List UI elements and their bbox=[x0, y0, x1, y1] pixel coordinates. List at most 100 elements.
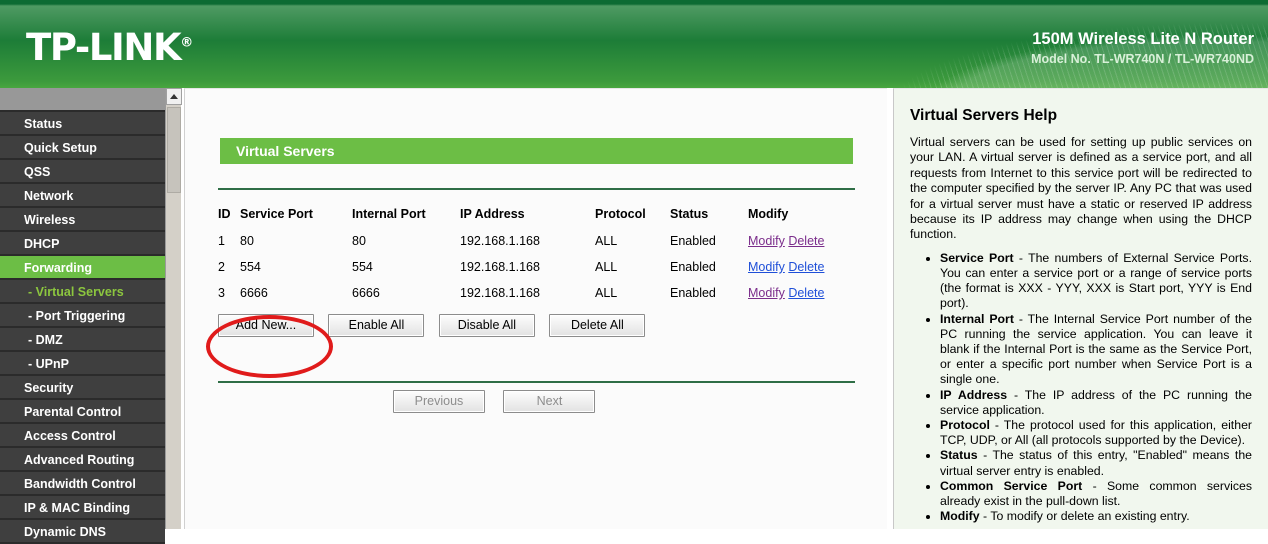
tp-link-logo: TP-LINK® bbox=[26, 26, 193, 69]
cell-ip-address: 192.168.1.168 bbox=[460, 234, 540, 248]
sidebar-item-status[interactable]: Status bbox=[0, 112, 165, 136]
help-bullet-term: Protocol bbox=[940, 418, 990, 433]
pagination-row: Previous Next bbox=[393, 390, 609, 413]
sidebar-item-label: Security bbox=[24, 381, 74, 395]
sidebar-item-label: QSS bbox=[24, 165, 51, 179]
sidebar-top-spacer bbox=[0, 88, 165, 112]
delete-all-button[interactable]: Delete All bbox=[549, 314, 646, 337]
column-header-protocol: Protocol bbox=[595, 207, 646, 221]
column-header-modify: Modify bbox=[748, 207, 789, 221]
help-bullet-item: Protocol - The protocol used for this ap… bbox=[940, 418, 1252, 448]
column-header-service-port: Service Port bbox=[240, 207, 313, 221]
scrollbar-thumb[interactable] bbox=[167, 107, 181, 193]
help-bullet-item: Internal Port - The Internal Service Por… bbox=[940, 312, 1252, 388]
help-bullet-item: Modify - To modify or delete an existing… bbox=[940, 509, 1252, 524]
sidebar-item-label: Parental Control bbox=[24, 405, 122, 419]
delete-link[interactable]: Delete bbox=[788, 286, 824, 300]
sidebar-item-quick-setup[interactable]: Quick Setup bbox=[0, 136, 165, 160]
help-bullet-list: Service Port - The numbers of External S… bbox=[910, 251, 1252, 525]
sidebar-item-forwarding[interactable]: Forwarding bbox=[0, 256, 165, 280]
help-intro-paragraph: Virtual servers can be used for setting … bbox=[910, 135, 1252, 242]
help-panel: Virtual Servers Help Virtual servers can… bbox=[893, 88, 1268, 529]
cell-protocol: ALL bbox=[595, 234, 618, 248]
sidebar-item-security[interactable]: Security bbox=[0, 376, 165, 400]
sidebar-item-access-control[interactable]: Access Control bbox=[0, 424, 165, 448]
delete-link[interactable]: Delete bbox=[788, 260, 824, 274]
sidebar-item-qss[interactable]: QSS bbox=[0, 160, 165, 184]
enable-all-button[interactable]: Enable All bbox=[328, 314, 425, 337]
cell-internal-port: 6666 bbox=[352, 286, 380, 300]
column-header-ip-address: IP Address bbox=[460, 207, 525, 221]
delete-link[interactable]: Delete bbox=[788, 234, 824, 248]
page-title: Virtual Servers bbox=[220, 138, 853, 164]
page-header: TP-LINK® 150M Wireless Lite N Router Mod… bbox=[0, 0, 1268, 88]
help-bullet-term: IP Address bbox=[940, 387, 1008, 402]
cell-id: 2 bbox=[218, 260, 225, 274]
sidebar-item-upnp[interactable]: - UPnP bbox=[0, 352, 165, 376]
cell-internal-port: 80 bbox=[352, 234, 366, 248]
modify-link[interactable]: Modify bbox=[748, 260, 785, 274]
sidebar-item-parental-control[interactable]: Parental Control bbox=[0, 400, 165, 424]
help-bullet-item: Status - The status of this entry, "Enab… bbox=[940, 448, 1252, 478]
sidebar-item-label: Status bbox=[24, 117, 63, 131]
sidebar-item-wireless[interactable]: Wireless bbox=[0, 208, 165, 232]
table-row: 1 80 80 192.168.1.168 ALL Enabled Modify Delet… bbox=[218, 228, 855, 254]
modify-link[interactable]: Modify bbox=[748, 286, 785, 300]
next-page-button[interactable]: Next bbox=[503, 390, 596, 413]
cell-ip-address: 192.168.1.168 bbox=[460, 286, 540, 300]
add-new-button[interactable]: Add New... bbox=[218, 314, 314, 337]
help-bullet-term: Common Service Port bbox=[940, 478, 1083, 493]
action-button-row: Add New... Enable All Disable All Delete… bbox=[218, 314, 655, 337]
sidebar-item-ip-mac-binding[interactable]: IP & MAC Binding bbox=[0, 496, 165, 520]
cell-id: 1 bbox=[218, 234, 225, 248]
sidebar-menu-list: Status Quick Setup QSS Network Wireless DHCP F… bbox=[0, 112, 165, 544]
cell-status: Enabled bbox=[670, 286, 716, 300]
previous-page-button[interactable]: Previous bbox=[393, 390, 485, 413]
sidebar-item-label: Advanced Routing bbox=[24, 453, 135, 467]
sidebar-item-label: Dynamic DNS bbox=[24, 525, 106, 539]
sidebar-item-bandwidth-control[interactable]: Bandwidth Control bbox=[0, 472, 165, 496]
cell-service-port: 80 bbox=[240, 234, 254, 248]
cell-service-port: 6666 bbox=[240, 286, 268, 300]
sidebar-item-label: Quick Setup bbox=[24, 141, 97, 155]
cell-modify: Modify Delete bbox=[748, 228, 855, 254]
help-bullet-item: Common Service Port - Some common servic… bbox=[940, 479, 1252, 509]
disable-all-button[interactable]: Disable All bbox=[438, 314, 535, 337]
table-row: 2 554 554 192.168.1.168 ALL Enabled Modify Del… bbox=[218, 254, 855, 280]
sidebar-item-label: Bandwidth Control bbox=[24, 477, 136, 491]
modify-link[interactable]: Modify bbox=[748, 234, 785, 248]
sidebar-item-label: Network bbox=[24, 189, 74, 203]
help-bullet-text: - The status of this entry, "Enabled" me… bbox=[940, 448, 1252, 478]
sidebar-scrollbar[interactable] bbox=[165, 88, 182, 529]
cell-status: Enabled bbox=[670, 234, 716, 248]
cell-protocol: ALL bbox=[595, 260, 618, 274]
help-bullet-item: IP Address - The IP address of the PC ru… bbox=[940, 388, 1252, 418]
sidebar-item-label: - Port Triggering bbox=[28, 309, 126, 323]
sidebar-item-label: - DMZ bbox=[28, 333, 63, 347]
sidebar-item-label: Access Control bbox=[24, 429, 116, 443]
sidebar-item-network[interactable]: Network bbox=[0, 184, 165, 208]
pagination-divider bbox=[218, 381, 855, 383]
sidebar-item-dmz[interactable]: - DMZ bbox=[0, 328, 165, 352]
sidebar-item-label: IP & MAC Binding bbox=[24, 501, 131, 515]
help-bullet-term: Status bbox=[940, 448, 978, 463]
sidebar-item-label: - UPnP bbox=[28, 357, 69, 371]
table-row: 3 6666 6666 192.168.1.168 ALL Enabled Modify D… bbox=[218, 280, 855, 306]
help-title: Virtual Servers Help bbox=[910, 107, 1058, 124]
sidebar-item-dynamic-dns[interactable]: Dynamic DNS bbox=[0, 520, 165, 544]
column-header-internal-port: Internal Port bbox=[352, 207, 426, 221]
sidebar-item-advanced-routing[interactable]: Advanced Routing bbox=[0, 448, 165, 472]
sidebar-item-port-triggering[interactable]: - Port Triggering bbox=[0, 304, 165, 328]
help-bullet-term: Modify bbox=[940, 509, 980, 524]
sidebar-item-virtual-servers[interactable]: - Virtual Servers bbox=[0, 280, 165, 304]
scroll-up-button[interactable] bbox=[166, 88, 182, 105]
cell-service-port: 554 bbox=[240, 260, 261, 274]
cell-protocol: ALL bbox=[595, 286, 618, 300]
virtual-servers-table: ID Service Port Internal Port IP Address… bbox=[218, 200, 855, 306]
sidebar-item-dhcp[interactable]: DHCP bbox=[0, 232, 165, 256]
column-header-id: ID bbox=[218, 207, 231, 221]
cell-modify: Modify Delete bbox=[748, 254, 855, 280]
sidebar-item-label: - Virtual Servers bbox=[28, 285, 124, 299]
sidebar-item-label: Forwarding bbox=[24, 261, 93, 275]
cell-id: 3 bbox=[218, 286, 225, 300]
